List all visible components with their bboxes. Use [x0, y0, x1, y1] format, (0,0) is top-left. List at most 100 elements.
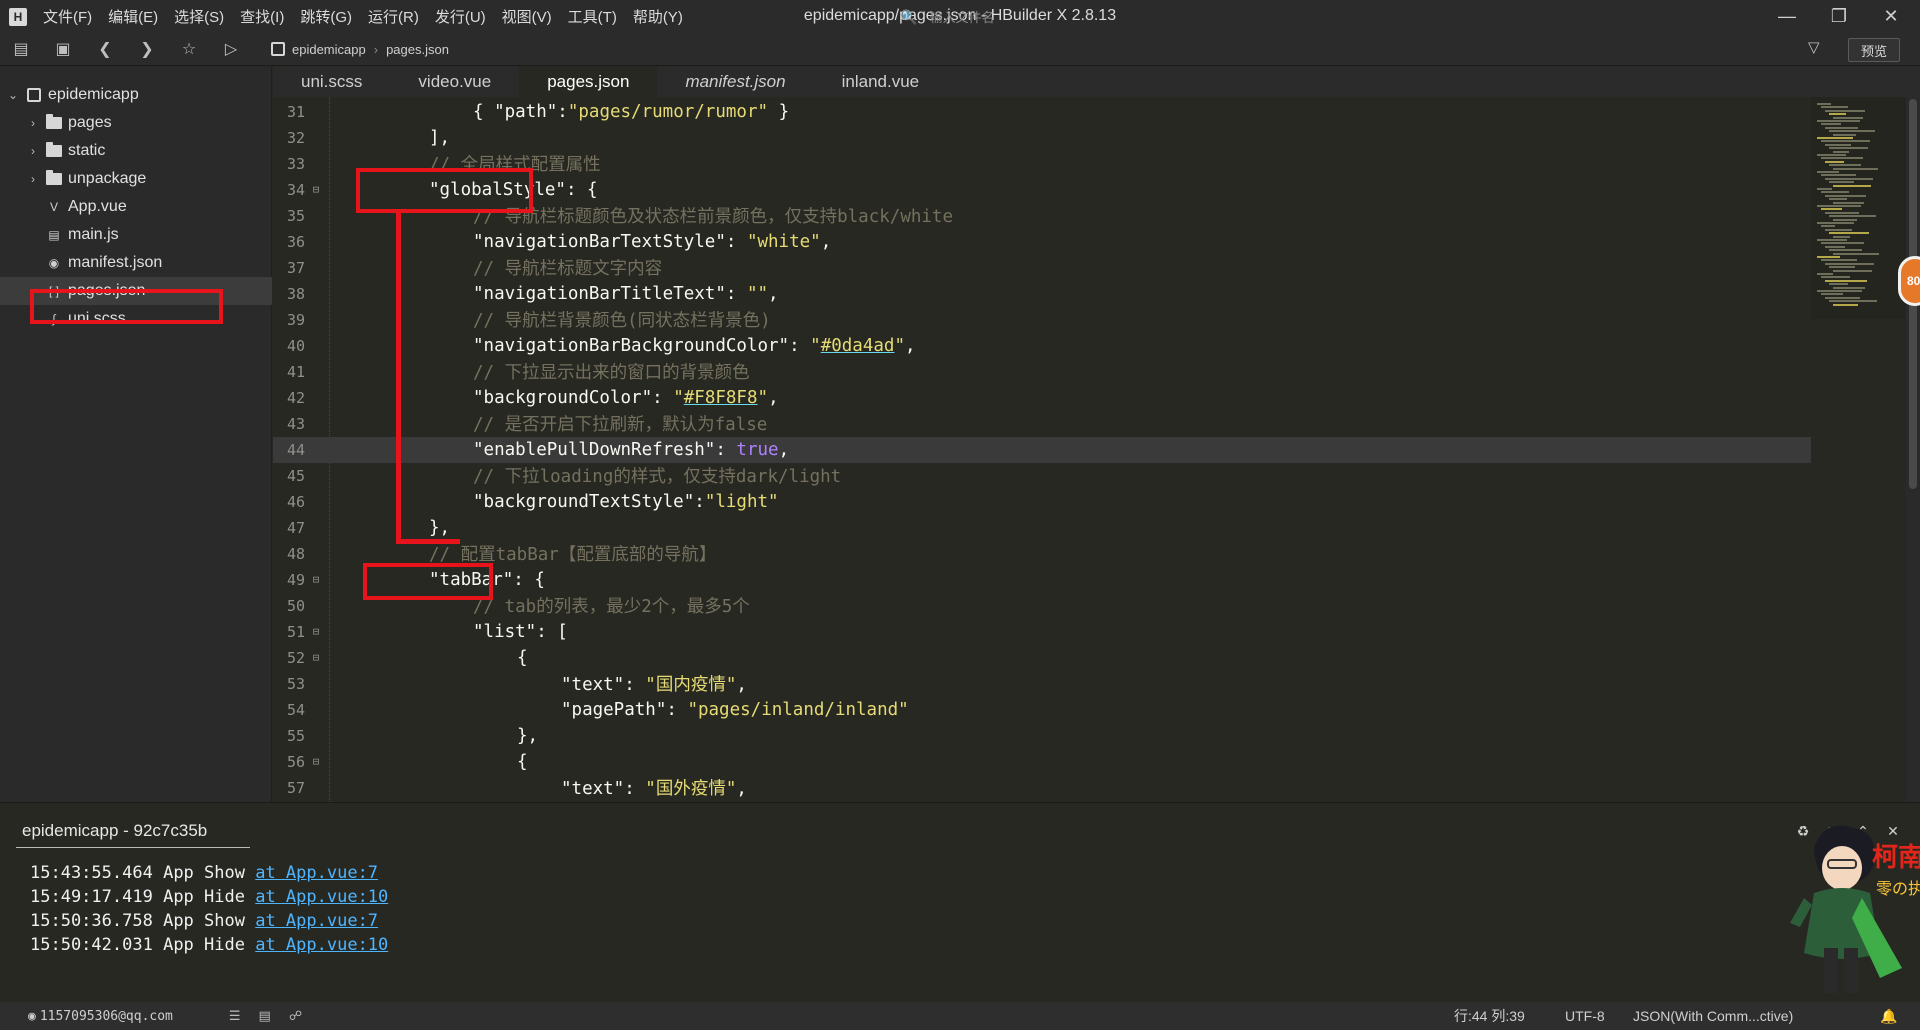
encoding[interactable]: UTF-8	[1565, 1008, 1605, 1024]
menu-view[interactable]: 视图(V)	[502, 6, 552, 27]
code-line[interactable]: 57 "text": "国外疫情",	[273, 775, 1811, 801]
code-line[interactable]: 43 // 是否开启下拉刷新，默认为false	[273, 411, 1811, 437]
code-line[interactable]: 56 ⊟ {	[273, 749, 1811, 775]
code-line[interactable]: 55},	[273, 723, 1811, 749]
tree-item-manifest-json[interactable]: ◉ manifest.json	[0, 249, 272, 277]
code-line[interactable]: 33 // 全局样式配置属性	[273, 151, 1811, 177]
tab-pages-json[interactable]: pages.json	[519, 67, 658, 97]
minimap-line	[1829, 130, 1875, 133]
notification-bell-icon[interactable]: 🔔	[1880, 1008, 1897, 1025]
log-source-link[interactable]: at App.vue:7	[255, 863, 378, 883]
code-line[interactable]: 51 ⊟ "list": [	[273, 619, 1811, 645]
tree-item-uni-scss[interactable]: ∫ uni.scss	[0, 305, 272, 333]
log-source-link[interactable]: at App.vue:10	[255, 935, 388, 955]
mascot-image: 柯南 零の执行	[1790, 825, 1920, 993]
code-text: // 下拉loading的样式，仅支持dark/light	[473, 467, 842, 488]
code-line[interactable]: 46 "backgroundTextStyle":"light"	[273, 489, 1811, 515]
chevron-down-icon[interactable]: ⌄	[6, 88, 20, 102]
code-line[interactable]: 54 "pagePath": "pages/inland/inland"	[273, 697, 1811, 723]
code-line[interactable]: 38 "navigationBarTitleText": "",	[273, 281, 1811, 307]
code-line[interactable]: 42 "backgroundColor": "#F8F8F8",	[273, 385, 1811, 411]
new-file-icon[interactable]: ▤	[10, 38, 32, 60]
terminal-icon[interactable]: ▤	[259, 1008, 271, 1024]
floating-badge[interactable]: 80	[1898, 256, 1920, 306]
tree-item-pages[interactable]: › pages	[0, 109, 272, 137]
menu-help[interactable]: 帮助(Y)	[633, 6, 683, 27]
file-search-input[interactable]	[929, 9, 1230, 25]
chevron-right-icon[interactable]: ›	[26, 116, 40, 130]
code-line[interactable]: 49 ⊟ "tabBar": {	[273, 567, 1811, 593]
code-line[interactable]: 50 // tab的列表，最少2个，最多5个	[273, 593, 1811, 619]
vertical-scrollbar[interactable]	[1906, 97, 1920, 802]
minimap-line	[1833, 286, 1865, 289]
log-source-link[interactable]: at App.vue:10	[255, 887, 388, 907]
menu-edit[interactable]: 编辑(E)	[108, 6, 158, 27]
fold-toggle-icon[interactable]: ⊟	[305, 573, 327, 586]
menu-run[interactable]: 运行(R)	[368, 6, 419, 27]
code-line[interactable]: 34 ⊟ "globalStyle": {	[273, 177, 1811, 203]
tab-uni-scss[interactable]: uni.scss	[273, 67, 390, 97]
chevron-right-icon[interactable]: ›	[26, 144, 40, 158]
code-line[interactable]: 39 // 导航栏背景颜色(同状态栏背景色)	[273, 307, 1811, 333]
filter-icon[interactable]: ▽	[1808, 38, 1820, 56]
minimize-icon[interactable]: —	[1764, 0, 1810, 33]
code-line[interactable]: 36 "navigationBarTextStyle": "white",	[273, 229, 1811, 255]
close-icon[interactable]: ✕	[1868, 0, 1914, 33]
tree-item-pages-json[interactable]: [ ] pages.json	[0, 277, 272, 305]
console-tab[interactable]: epidemicapp - 92c7c35b	[16, 821, 250, 848]
tab-video-vue[interactable]: video.vue	[390, 67, 519, 97]
code-line[interactable]: 53 "text": "国内疫情",	[273, 671, 1811, 697]
fold-toggle-icon[interactable]: ⊟	[305, 183, 327, 196]
breadcrumb-file[interactable]: pages.json	[386, 42, 449, 57]
line-number: 54	[286, 700, 305, 719]
fold-toggle-icon[interactable]: ⊟	[305, 651, 327, 664]
tree-item-static[interactable]: › static	[0, 137, 272, 165]
tree-item-app-vue[interactable]: V App.vue	[0, 193, 272, 221]
menu-publish[interactable]: 发行(U)	[435, 6, 486, 27]
fold-toggle-icon[interactable]: ⊟	[305, 755, 327, 768]
breadcrumb-project[interactable]: epidemicapp	[292, 42, 366, 57]
code-line[interactable]: 37 // 导航栏标题文字内容	[273, 255, 1811, 281]
minimap[interactable]	[1811, 97, 1906, 319]
account[interactable]: ◉ 1157095306@qq.com	[28, 1009, 173, 1024]
back-icon[interactable]: ❮	[94, 38, 116, 60]
annotation-line-vertical	[396, 211, 401, 543]
forward-icon[interactable]: ❯	[136, 38, 158, 60]
list-icon[interactable]: ☰	[229, 1008, 241, 1024]
tab-manifest-json[interactable]: manifest.json	[657, 67, 813, 97]
restore-icon[interactable]: ❐	[1816, 0, 1862, 33]
code-line[interactable]: 40 "navigationBarBackgroundColor": "#0da4…	[273, 333, 1811, 359]
code-line[interactable]: 35 // 导航栏标题颜色及状态栏前景颜色，仅支持black/white	[273, 203, 1811, 229]
code-editor[interactable]: 31 { "path":"pages/rumor/rumor" } 32], 33 //…	[273, 97, 1811, 802]
code-line[interactable]: 48 // 配置tabBar【配置底部的导航】	[273, 541, 1811, 567]
code-line[interactable]: 31 { "path":"pages/rumor/rumor" }	[273, 99, 1811, 125]
code-line[interactable]: 32],	[273, 125, 1811, 151]
code-line[interactable]: 45 // 下拉loading的样式，仅支持dark/light	[273, 463, 1811, 489]
menu-select[interactable]: 选择(S)	[174, 6, 224, 27]
menu-file[interactable]: 文件(F)	[43, 6, 92, 27]
code-line[interactable]: 47},	[273, 515, 1811, 541]
tree-project[interactable]: ⌄ epidemicapp	[0, 81, 272, 109]
run-icon[interactable]: ▷	[220, 38, 242, 60]
tab-inland-vue[interactable]: inland.vue	[814, 67, 948, 97]
menu-goto[interactable]: 跳转(G)	[300, 6, 352, 27]
minimap-line	[1829, 232, 1869, 235]
preview-button[interactable]: 预览	[1848, 38, 1900, 62]
save-icon[interactable]: ▣	[52, 38, 74, 60]
cursor-position[interactable]: 行:44 列:39	[1454, 1006, 1525, 1026]
code-line[interactable]: 52 ⊟ {	[273, 645, 1811, 671]
fold-toggle-icon[interactable]: ⊟	[305, 625, 327, 638]
chevron-right-icon[interactable]: ›	[26, 172, 40, 186]
json-file-icon: [ ]	[48, 284, 59, 298]
code-line[interactable]: 44 "enablePullDownRefresh": true,	[273, 436, 1811, 463]
tree-item-main-js[interactable]: ▤ main.js	[0, 221, 272, 249]
tree-item-label: pages	[68, 114, 112, 131]
share-icon[interactable]: ☍	[289, 1008, 302, 1024]
tree-item-unpackage[interactable]: › unpackage	[0, 165, 272, 193]
language-mode[interactable]: JSON(With Comm...ctive)	[1633, 1008, 1793, 1024]
favorite-star-icon[interactable]: ☆	[178, 38, 200, 60]
menu-find[interactable]: 查找(I)	[240, 6, 284, 27]
log-source-link[interactable]: at App.vue:7	[255, 911, 378, 931]
code-line[interactable]: 41 // 下拉显示出来的窗口的背景颜色	[273, 359, 1811, 385]
menu-tools[interactable]: 工具(T)	[568, 6, 617, 27]
